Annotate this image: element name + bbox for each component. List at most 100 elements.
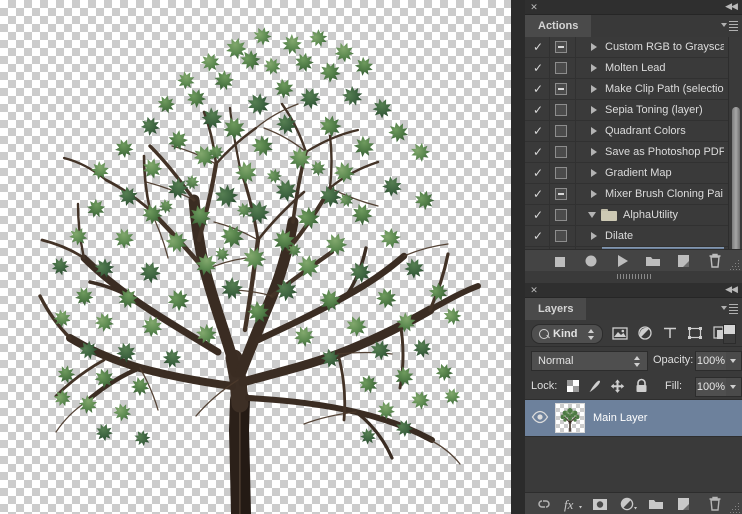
eye-visibility-icon[interactable] — [531, 410, 549, 424]
action-enabled-checkmark-icon[interactable]: ✓ — [529, 79, 547, 99]
toggle-dialog-box-icon[interactable] — [555, 41, 567, 53]
actions-scrollbar-thumb[interactable] — [732, 107, 740, 254]
adjustment-layer-button[interactable] — [615, 493, 641, 514]
record-button[interactable] — [578, 250, 604, 272]
blend-mode-value: Normal — [538, 352, 573, 370]
action-enabled-checkmark-icon[interactable]: ✓ — [529, 184, 547, 204]
action-label: Mixer Brush Cloning Pai… — [605, 184, 724, 204]
action-row[interactable]: ✓Gradient Map — [525, 163, 742, 184]
action-row[interactable]: ✓Molten Lead — [525, 58, 742, 79]
adjustment-layer-filter-icon[interactable] — [635, 324, 655, 342]
action-row[interactable]: ✓ Mixer Brush Cloning Pai… — [525, 184, 742, 205]
opacity-dropdown-icon[interactable] — [726, 351, 742, 371]
new-layer-button[interactable] — [671, 493, 697, 514]
action-row[interactable]: ✓Make Clip Path (selection) — [525, 79, 742, 100]
panel-menu-icon[interactable] — [721, 302, 737, 316]
fill-dropdown-icon[interactable] — [726, 377, 742, 397]
action-row[interactable]: ✓Dilate — [525, 226, 742, 247]
chevron-right-icon[interactable] — [591, 148, 597, 156]
layers-resize-grip[interactable] — [730, 503, 740, 513]
column-separator — [549, 226, 550, 246]
toggle-dialog-box-icon[interactable] — [555, 62, 567, 74]
opacity-input[interactable]: 100% — [695, 351, 727, 371]
play-button[interactable] — [609, 250, 635, 272]
lock-row: Lock: — [525, 373, 742, 400]
action-enabled-checkmark-icon[interactable]: ✓ — [529, 163, 547, 183]
tree-artwork — [0, 0, 511, 514]
chevron-right-icon[interactable] — [591, 169, 597, 177]
tab-actions[interactable]: Actions — [525, 15, 591, 37]
close-icon[interactable]: ✕ — [529, 2, 539, 12]
add-mask-button[interactable] — [587, 493, 613, 514]
toggle-dialog-box-icon[interactable] — [555, 83, 567, 95]
chevron-right-icon[interactable] — [591, 127, 597, 135]
action-row[interactable]: ✓Quadrant Colors — [525, 121, 742, 142]
blend-mode-select[interactable]: Normal — [531, 351, 648, 371]
toggle-dialog-box-icon[interactable] — [555, 104, 567, 116]
chevron-right-icon[interactable] — [591, 64, 597, 72]
chevron-right-icon[interactable] — [591, 43, 597, 51]
fill-input[interactable]: 100% — [695, 377, 727, 397]
type-layer-filter-icon[interactable] — [660, 324, 680, 342]
toggle-dialog-box-icon[interactable] — [555, 230, 567, 242]
action-row[interactable]: ✓AlphaUtility — [525, 205, 742, 226]
toggle-dialog-box-icon[interactable] — [555, 146, 567, 158]
chevron-right-icon[interactable] — [591, 232, 597, 240]
new-action-button[interactable] — [671, 250, 697, 272]
layers-footer: fx — [525, 492, 742, 514]
filter-kind-select[interactable]: Kind — [531, 324, 603, 344]
lock-image-pixels-icon[interactable] — [587, 378, 604, 394]
action-enabled-checkmark-icon[interactable]: ✓ — [529, 205, 547, 225]
action-row[interactable]: ✓Sepia Toning (layer) — [525, 100, 742, 121]
delete-layer-button[interactable] — [702, 493, 728, 514]
actions-panel: ✕ ◀◀ Actions ✓Custom RGB to Grayscale✓Mo… — [525, 0, 742, 281]
lock-position-icon[interactable] — [609, 378, 626, 394]
layer-row[interactable]: Main Layer — [525, 400, 742, 437]
column-separator — [575, 205, 576, 225]
toggle-dialog-box-icon[interactable] — [555, 209, 567, 221]
action-row[interactable]: ✓Custom RGB to Grayscale — [525, 37, 742, 58]
filter-enable-toggle[interactable] — [723, 324, 736, 344]
action-row[interactable]: ✓Save as Photoshop PDF — [525, 142, 742, 163]
actions-resize-grip[interactable] — [730, 260, 740, 270]
canvas-dock-gap — [511, 0, 525, 514]
chevron-right-icon[interactable] — [591, 85, 597, 93]
toggle-dialog-box-icon[interactable] — [555, 167, 567, 179]
photoshop-window: ✕ ◀◀ Actions ✓Custom RGB to Grayscale✓Mo… — [0, 0, 742, 514]
lock-transparent-pixels-icon[interactable] — [565, 378, 582, 394]
delete-button[interactable] — [702, 250, 728, 272]
action-enabled-checkmark-icon[interactable]: ✓ — [529, 226, 547, 246]
chevron-right-icon[interactable] — [591, 190, 597, 198]
lock-all-icon[interactable] — [633, 378, 650, 394]
action-enabled-checkmark-icon[interactable]: ✓ — [529, 100, 547, 120]
action-enabled-checkmark-icon[interactable]: ✓ — [529, 58, 547, 78]
panel-divider[interactable] — [525, 271, 742, 281]
right-dock: ✕ ◀◀ Actions ✓Custom RGB to Grayscale✓Mo… — [525, 0, 742, 514]
link-layers-button[interactable] — [531, 493, 557, 514]
action-enabled-checkmark-icon[interactable]: ✓ — [529, 142, 547, 162]
new-group-button[interactable] — [643, 493, 669, 514]
shape-layer-filter-icon[interactable] — [685, 324, 705, 342]
collapse-dock-icon[interactable]: ◀◀ — [724, 284, 738, 295]
chevron-right-icon[interactable] — [591, 106, 597, 114]
chevron-down-icon[interactable] — [588, 212, 596, 218]
pixel-layer-filter-icon[interactable] — [610, 324, 630, 342]
panel-menu-icon[interactable] — [721, 19, 737, 33]
document-canvas[interactable] — [0, 0, 511, 514]
close-icon[interactable]: ✕ — [529, 285, 539, 295]
collapse-dock-icon[interactable]: ◀◀ — [724, 1, 738, 12]
layers-list[interactable]: Main Layer — [525, 400, 742, 483]
toggle-dialog-box-icon[interactable] — [555, 188, 567, 200]
tab-layers[interactable]: Layers — [525, 298, 586, 320]
layer-style-button[interactable]: fx — [559, 493, 585, 514]
column-separator — [575, 58, 576, 78]
actions-list[interactable]: ✓Custom RGB to Grayscale✓Molten Lead✓Mak… — [525, 37, 742, 249]
action-enabled-checkmark-icon[interactable]: ✓ — [529, 121, 547, 141]
stop-button[interactable] — [547, 250, 573, 272]
action-enabled-checkmark-icon[interactable]: ✓ — [529, 37, 547, 57]
actions-scrollbar[interactable] — [728, 37, 742, 249]
column-separator — [549, 121, 550, 141]
toggle-dialog-box-icon[interactable] — [555, 125, 567, 137]
new-set-button[interactable] — [640, 250, 666, 272]
layer-thumbnail[interactable] — [555, 403, 585, 433]
